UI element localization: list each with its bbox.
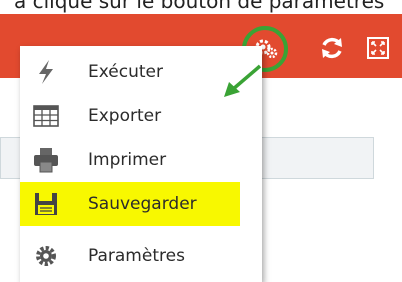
- cropped-caption: a cliqué sur le bouton de paramètres: [0, 0, 402, 14]
- fullscreen-button[interactable]: [364, 34, 392, 62]
- floppy-disk-icon: [30, 188, 62, 220]
- menu-item-label: Paramètres: [88, 246, 185, 266]
- gear-icon: [30, 240, 62, 272]
- menu-item-label: Imprimer: [88, 150, 167, 170]
- printer-icon: [30, 144, 62, 176]
- menu-item-label: Exécuter: [88, 62, 163, 82]
- menu-item-parameters[interactable]: Paramètres: [20, 234, 262, 278]
- table-grid-icon: [30, 100, 62, 132]
- lightning-icon: [30, 56, 62, 88]
- menu-item-label: Exporter: [88, 106, 162, 126]
- menu-item-print[interactable]: Imprimer: [20, 138, 262, 182]
- annotation-arrow: [224, 64, 262, 97]
- menu-item-label: Sauvegarder: [88, 194, 197, 214]
- menu-item-export[interactable]: Exporter: [20, 94, 262, 138]
- refresh-button[interactable]: [318, 34, 346, 62]
- caption-text: a cliqué sur le bouton de paramètres: [14, 0, 385, 13]
- refresh-icon: [322, 37, 342, 59]
- menu-item-save[interactable]: Sauvegarder: [20, 182, 240, 226]
- fullscreen-icon: [367, 37, 389, 59]
